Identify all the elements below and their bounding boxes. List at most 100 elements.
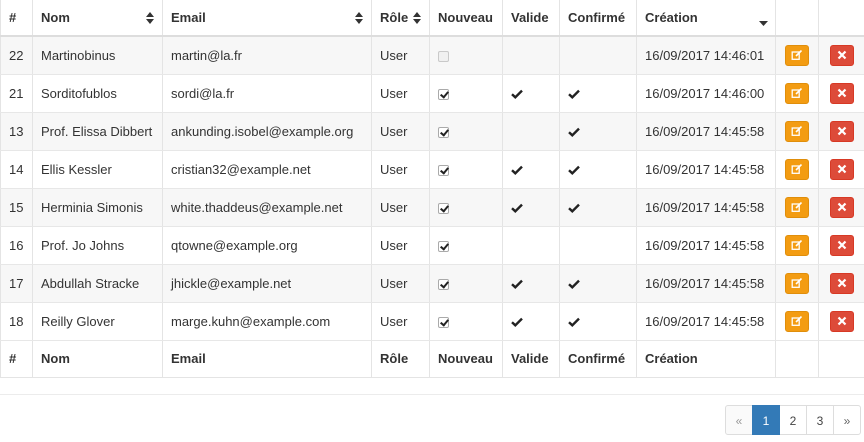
new-checkbox[interactable] xyxy=(438,88,449,100)
cell-name: Prof. Jo Johns xyxy=(32,226,163,265)
delete-button[interactable] xyxy=(829,234,854,256)
cell-delete xyxy=(818,264,864,303)
column-header-name-label: Nom xyxy=(41,10,70,25)
cell-id: 16 xyxy=(0,226,33,265)
cell-role: User xyxy=(371,264,430,303)
new-checkbox[interactable] xyxy=(438,50,449,62)
table-row: 16 Prof. Jo Johns qtowne@example.org User 16… xyxy=(0,226,864,265)
cell-edit xyxy=(775,264,819,303)
new-checkbox[interactable] xyxy=(438,164,449,176)
cell-email: sordi@la.fr xyxy=(162,74,372,113)
edit-button[interactable] xyxy=(785,272,809,294)
delete-button[interactable] xyxy=(829,196,854,218)
cell-new xyxy=(429,264,503,303)
edit-button[interactable] xyxy=(785,234,809,256)
cell-role: User xyxy=(371,36,430,75)
delete-button[interactable] xyxy=(829,310,854,332)
cell-created: 16/09/2017 14:46:01 xyxy=(636,36,776,75)
cell-new xyxy=(429,302,503,341)
column-header-delete xyxy=(818,0,864,37)
delete-button[interactable] xyxy=(829,82,854,104)
footer-header-id: # xyxy=(0,340,33,378)
column-header-role[interactable]: Rôle xyxy=(371,0,430,37)
footer-header-delete xyxy=(818,340,864,378)
table-divider xyxy=(0,394,864,395)
edit-button[interactable] xyxy=(785,158,809,180)
cell-email: ankunding.isobel@example.org xyxy=(162,112,372,151)
column-header-confirmed: Confirmé xyxy=(559,0,637,37)
edit-button[interactable] xyxy=(785,310,809,332)
footer-header-edit xyxy=(775,340,819,378)
cell-name: Martinobinus xyxy=(32,36,163,75)
edit-button[interactable] xyxy=(785,44,809,66)
cell-valid xyxy=(502,226,560,265)
cell-confirmed xyxy=(559,74,637,113)
check-icon xyxy=(568,124,580,139)
sort-desc-icon[interactable] xyxy=(759,15,768,26)
new-checkbox[interactable] xyxy=(438,202,449,214)
column-header-created-label: Création xyxy=(645,10,698,25)
sort-icon[interactable] xyxy=(413,11,421,24)
table-body: 22 Martinobinus martin@la.fr User 16/09/2017… xyxy=(0,36,864,341)
cell-delete xyxy=(818,112,864,151)
cell-role: User xyxy=(371,112,430,151)
cell-name: Ellis Kessler xyxy=(32,150,163,189)
cell-delete xyxy=(818,302,864,341)
pagination-page-2[interactable]: 2 xyxy=(779,405,807,435)
new-checkbox[interactable] xyxy=(438,240,449,252)
table-row: 22 Martinobinus martin@la.fr User 16/09/2017… xyxy=(0,36,864,75)
cell-id: 22 xyxy=(0,36,33,75)
check-icon xyxy=(568,200,580,215)
delete-button[interactable] xyxy=(829,158,854,180)
edit-button[interactable] xyxy=(785,82,809,104)
cell-new xyxy=(429,74,503,113)
cell-name: Sorditofublos xyxy=(32,74,163,113)
new-checkbox[interactable] xyxy=(438,126,449,138)
table-row: 14 Ellis Kessler cristian32@example.net Use… xyxy=(0,150,864,189)
cell-created: 16/09/2017 14:45:58 xyxy=(636,226,776,265)
pagination-page-3[interactable]: 3 xyxy=(806,405,834,435)
cell-role: User xyxy=(371,188,430,227)
pagination-page-1[interactable]: 1 xyxy=(752,405,780,435)
sort-icon[interactable] xyxy=(146,11,154,24)
pagination-prev[interactable]: « xyxy=(725,405,753,435)
column-header-email-label: Email xyxy=(171,10,206,25)
cell-edit xyxy=(775,226,819,265)
column-header-email[interactable]: Email xyxy=(162,0,372,37)
new-checkbox[interactable] xyxy=(438,316,449,328)
delete-button[interactable] xyxy=(829,44,854,66)
cell-edit xyxy=(775,74,819,113)
cell-new xyxy=(429,112,503,151)
footer-header-email: Email xyxy=(162,340,372,378)
cell-valid xyxy=(502,74,560,113)
cell-edit xyxy=(775,188,819,227)
column-header-name[interactable]: Nom xyxy=(32,0,163,37)
table-row: 21 Sorditofublos sordi@la.fr User 16/09/2017… xyxy=(0,74,864,113)
cell-new xyxy=(429,188,503,227)
cell-confirmed xyxy=(559,36,637,75)
column-header-new: Nouveau xyxy=(429,0,503,37)
cell-delete xyxy=(818,188,864,227)
cell-id: 14 xyxy=(0,150,33,189)
cell-name: Herminia Simonis xyxy=(32,188,163,227)
cell-email: cristian32@example.net xyxy=(162,150,372,189)
table-row: 17 Abdullah Stracke jhickle@example.net Use… xyxy=(0,264,864,303)
cell-id: 17 xyxy=(0,264,33,303)
pagination-next[interactable]: » xyxy=(833,405,861,435)
footer-header-new: Nouveau xyxy=(429,340,503,378)
sort-icon[interactable] xyxy=(355,11,363,24)
cell-confirmed xyxy=(559,302,637,341)
column-header-created[interactable]: Création xyxy=(636,0,776,37)
cell-created: 16/09/2017 14:45:58 xyxy=(636,150,776,189)
edit-button[interactable] xyxy=(785,120,809,142)
cell-confirmed xyxy=(559,264,637,303)
new-checkbox[interactable] xyxy=(438,278,449,290)
cell-role: User xyxy=(371,150,430,189)
cell-name: Abdullah Stracke xyxy=(32,264,163,303)
delete-button[interactable] xyxy=(829,272,854,294)
users-table: # Nom Email Rôle Nouveau Valide Confirmé… xyxy=(0,0,864,378)
delete-button[interactable] xyxy=(829,120,854,142)
cell-delete xyxy=(818,150,864,189)
cell-valid xyxy=(502,264,560,303)
edit-button[interactable] xyxy=(785,196,809,218)
